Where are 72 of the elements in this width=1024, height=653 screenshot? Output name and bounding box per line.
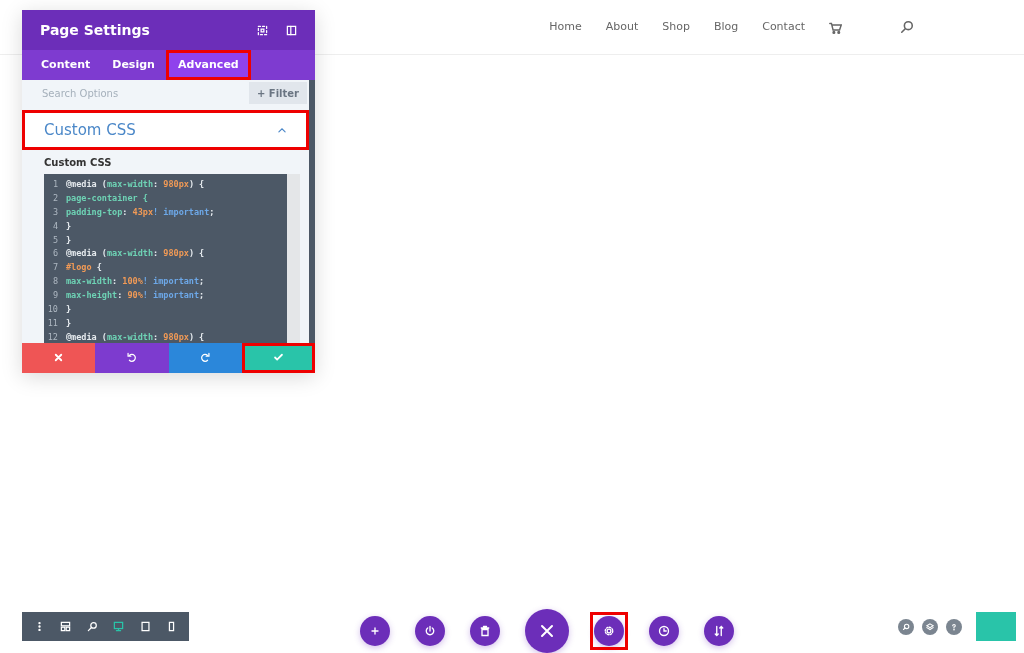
search-field[interactable]: Search Options	[22, 80, 222, 106]
add-button[interactable]	[360, 616, 390, 646]
sort-button[interactable]	[704, 616, 734, 646]
code-line: @media (max-width: 980px) {	[66, 331, 205, 342]
section-title: Custom CSS	[44, 119, 136, 141]
search-button[interactable]	[898, 619, 914, 635]
search-icon	[901, 622, 911, 632]
gear-icon	[603, 625, 615, 637]
line-number: 3	[51, 205, 59, 219]
search-icon[interactable]	[900, 20, 914, 34]
line-number: 1	[51, 178, 59, 191]
code-line: }	[66, 234, 72, 245]
code-line: }	[66, 304, 72, 314]
line-number: 8	[51, 275, 59, 289]
tablet-icon[interactable]	[139, 621, 151, 632]
cart-icon[interactable]	[829, 20, 842, 34]
nav-link[interactable]: Blog	[713, 18, 739, 36]
filter-button[interactable]: + Filter	[248, 82, 307, 104]
section-header[interactable]: Custom CSS	[22, 110, 309, 150]
trash-icon	[479, 625, 491, 637]
nav-link[interactable]: About	[605, 18, 639, 36]
code-line: }	[66, 220, 72, 231]
layers-icon	[925, 622, 935, 632]
layout-icon[interactable]	[60, 621, 72, 632]
close-icon	[53, 352, 65, 364]
add-icon	[369, 625, 381, 637]
help-icon	[949, 622, 959, 632]
code-line: max-width: 100%! important;	[66, 276, 205, 287]
line-number: 9	[51, 289, 59, 303]
code-line: }	[66, 317, 72, 328]
code-line: @media (max-width: 980px) {	[66, 179, 205, 189]
history-button[interactable]	[649, 616, 679, 646]
tab[interactable]: Advanced	[165, 50, 251, 80]
tab[interactable]: Design	[101, 50, 166, 80]
panel-title: Page Settings	[40, 20, 150, 40]
desktop-icon[interactable]	[113, 621, 125, 632]
chevron-up-icon[interactable]	[277, 125, 287, 135]
line-number: 6	[51, 247, 59, 261]
line-number: 2	[51, 191, 59, 205]
line-number: 12	[46, 330, 59, 343]
trash-button[interactable]	[470, 616, 500, 646]
line-number: 5	[51, 233, 59, 247]
expand-icon[interactable]	[257, 24, 268, 36]
redo-icon	[199, 352, 211, 364]
loading-indicator	[976, 612, 1016, 641]
undo-icon	[126, 352, 138, 364]
zoom-icon[interactable]	[86, 621, 98, 632]
power-button[interactable]	[415, 616, 445, 646]
power-icon	[424, 625, 436, 637]
code-line: @media (max-width: 980px) {	[66, 248, 205, 259]
nav-link[interactable]: Shop	[662, 18, 690, 36]
nav-link[interactable]: Home	[549, 18, 582, 36]
tab[interactable]: Content	[30, 50, 102, 80]
field-label: Custom CSS	[44, 156, 113, 170]
code-line: page-container {	[66, 192, 148, 203]
help-button[interactable]	[946, 619, 962, 635]
sidebar-icon[interactable]	[286, 24, 297, 36]
code-line: padding-top: 43px! important;	[66, 206, 215, 217]
scrollbar[interactable]	[287, 174, 300, 343]
clock-icon	[658, 625, 670, 637]
code-line: #logo {	[66, 262, 102, 273]
line-number: 4	[51, 219, 59, 233]
nav-link[interactable]: Contact	[762, 18, 805, 36]
line-number: 10	[46, 303, 59, 316]
code-editor[interactable]	[44, 174, 287, 343]
line-number: 11	[46, 316, 59, 330]
close-icon	[539, 623, 555, 639]
close-button[interactable]	[525, 609, 569, 653]
layers-button[interactable]	[922, 619, 938, 635]
code-line: max-height: 90%! important;	[66, 290, 205, 301]
sort-icon	[713, 625, 725, 637]
line-number: 7	[51, 261, 59, 275]
